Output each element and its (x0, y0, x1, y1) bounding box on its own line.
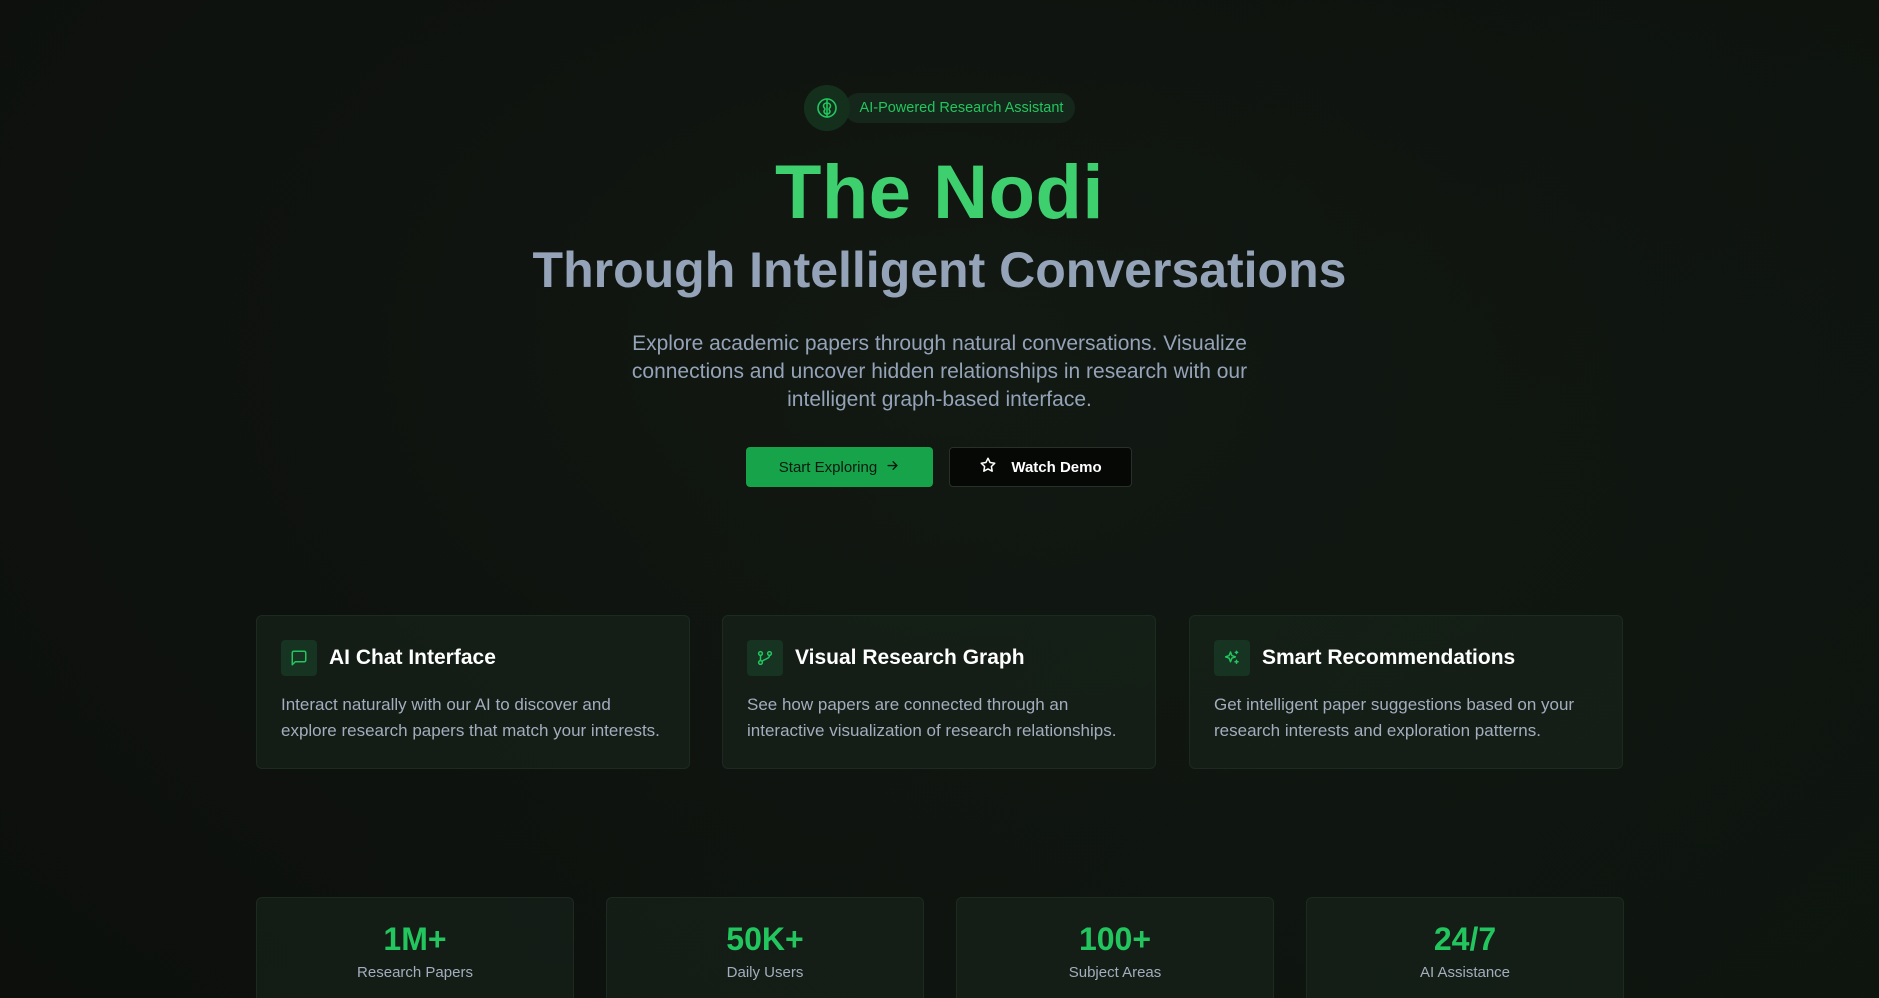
stat-card-assistance: 24/7 AI Assistance (1306, 897, 1624, 998)
stat-value: 50K+ (726, 921, 804, 957)
feature-text: Get intelligent paper suggestions based … (1214, 695, 1575, 740)
hero-description: Explore academic papers through natural … (631, 332, 1248, 411)
stat-value: 1M+ (383, 921, 447, 957)
feature-text: Interact naturally with our AI to discov… (281, 695, 660, 740)
feature-title: Smart Recommendations (1262, 646, 1516, 669)
watch-demo-label: Watch Demo (1011, 458, 1102, 476)
stat-label: Subject Areas (1068, 964, 1162, 981)
page-title: The Nodi (774, 150, 1105, 235)
stat-label: AI Assistance (1419, 964, 1511, 981)
message-square-icon (281, 640, 317, 676)
feature-title: AI Chat Interface (329, 646, 496, 669)
sparkles-icon (1214, 640, 1250, 676)
start-exploring-label: Start Exploring (778, 458, 878, 476)
feature-card-recommendations: Smart Recommendations Get intelligent pa… (1189, 615, 1623, 769)
stat-card-papers: 1M+ Research Papers (256, 897, 574, 998)
stat-label: Daily Users (726, 964, 804, 981)
stat-value: 24/7 (1433, 921, 1497, 957)
feature-card-ai-chat: AI Chat Interface Interact naturally wit… (256, 615, 690, 769)
stat-value: 100+ (1078, 921, 1152, 957)
feature-text: See how papers are connected through an … (747, 695, 1117, 740)
git-compare-icon (747, 640, 783, 676)
stat-card-users: 50K+ Daily Users (606, 897, 924, 998)
star-icon (979, 456, 997, 478)
watch-demo-button[interactable]: Watch Demo (949, 447, 1132, 487)
brain-icon (803, 85, 850, 131)
stat-card-subjects: 100+ Subject Areas (956, 897, 1274, 998)
stat-label: Research Papers (357, 964, 473, 981)
feature-card-research-graph: Visual Research Graph See how papers are… (722, 615, 1156, 769)
feature-title: Visual Research Graph (795, 646, 1025, 669)
arrow-right-icon (885, 458, 900, 477)
badge-label: AI-Powered Research Assistant (843, 93, 1076, 123)
page-subtitle: Through Intelligent Conversations (532, 242, 1347, 298)
hero-badge: AI-Powered Research Assistant (0, 85, 1879, 131)
start-exploring-button[interactable]: Start Exploring (746, 447, 933, 487)
